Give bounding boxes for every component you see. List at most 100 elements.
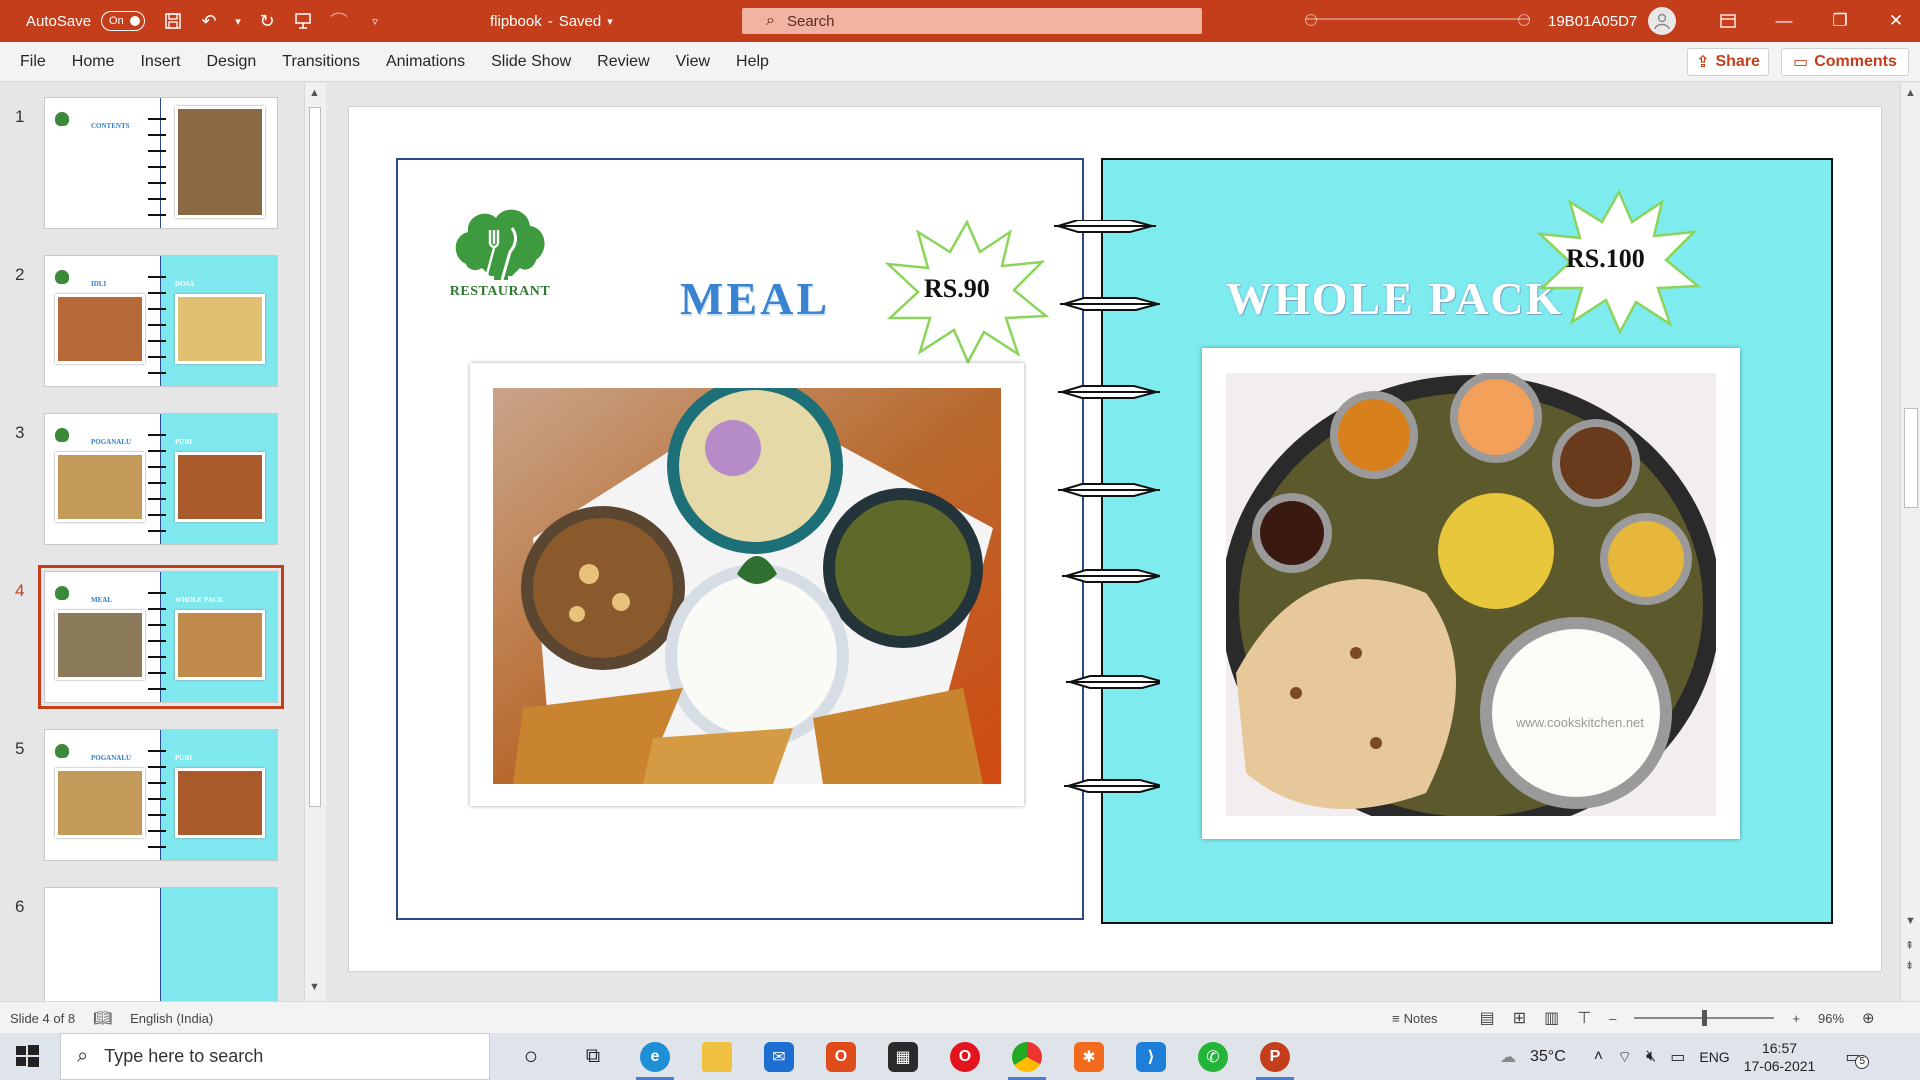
slide-thumbnail[interactable] bbox=[44, 887, 278, 1001]
slide-sorter-icon[interactable]: ⊞ bbox=[1513, 1008, 1526, 1028]
share-button[interactable]: ⇪ Share bbox=[1687, 48, 1769, 76]
undo-dropdown-icon[interactable]: ▾ bbox=[232, 8, 244, 34]
input-language[interactable]: ENG bbox=[1699, 1049, 1729, 1065]
ribbon-display-icon[interactable] bbox=[1700, 0, 1756, 42]
previous-slide-icon[interactable]: ⇞ bbox=[1905, 939, 1914, 952]
present-icon[interactable] bbox=[290, 8, 316, 34]
slide-thumbnail[interactable]: MEAL WHOLE PACK bbox=[38, 565, 284, 709]
mail-icon[interactable]: ✉ bbox=[748, 1033, 810, 1080]
notes-label: Notes bbox=[1403, 1010, 1438, 1026]
whole-pack-title[interactable]: WHOLE PACK bbox=[1226, 272, 1563, 325]
edge-icon[interactable]: e bbox=[624, 1033, 686, 1080]
zoom-out-icon[interactable]: – bbox=[1609, 1011, 1616, 1026]
search-box[interactable]: ⌕ Search bbox=[742, 8, 1202, 34]
thumbnail-right-page: WHOLE PACK bbox=[161, 572, 277, 702]
autosave-toggle[interactable]: On bbox=[101, 11, 146, 31]
slide-thumbnail-entry[interactable]: 3 POGANALU PURI bbox=[0, 405, 300, 545]
menu-tab-review[interactable]: Review bbox=[597, 53, 649, 71]
meal-photo[interactable] bbox=[493, 388, 1001, 784]
user-name[interactable]: 19B01A05D7 bbox=[1548, 0, 1637, 42]
opera-icon[interactable]: O bbox=[934, 1033, 996, 1080]
menu-tab-file[interactable]: File bbox=[20, 53, 46, 71]
task-view-icon[interactable]: ⧉ bbox=[562, 1033, 624, 1080]
notification-icon[interactable]: ▭ 5 bbox=[1845, 1047, 1870, 1069]
next-slide-icon[interactable]: ⇟ bbox=[1905, 959, 1914, 972]
slide-thumbnail-entry[interactable]: 1 CONTENTS bbox=[0, 89, 300, 229]
menu-tab-view[interactable]: View bbox=[676, 53, 710, 71]
scrollbar-thumb[interactable] bbox=[1904, 408, 1918, 508]
scrollbar-thumb[interactable] bbox=[309, 107, 321, 807]
slideshow-view-icon[interactable]: ⊤ bbox=[1577, 1008, 1591, 1028]
office-icon[interactable]: O bbox=[810, 1033, 872, 1080]
menu-tab-transitions[interactable]: Transitions bbox=[282, 53, 360, 71]
customize-toolbar-icon[interactable]: ▿ bbox=[362, 8, 388, 34]
menu-tab-animations[interactable]: Animations bbox=[386, 53, 465, 71]
weather-temp[interactable]: 35°C bbox=[1530, 1048, 1566, 1066]
wifi-icon[interactable]: ⌔ bbox=[1617, 1047, 1632, 1067]
slide-thumbnail-entry[interactable]: 5 POGANALU PURI bbox=[0, 721, 300, 861]
normal-view-icon[interactable]: ▤ bbox=[1480, 1008, 1495, 1028]
scroll-up-icon[interactable]: ▲ bbox=[1905, 87, 1916, 99]
close-icon[interactable]: ✕ bbox=[1868, 0, 1920, 42]
scroll-up-icon[interactable]: ▲ bbox=[309, 87, 320, 99]
quick-access-toolbar: ↶ ▾ ↻ ⌒ ▿ bbox=[160, 0, 388, 42]
whole-pack-photo[interactable]: www.cookskitchen.net bbox=[1226, 373, 1716, 816]
menu-tab-insert[interactable]: Insert bbox=[140, 53, 180, 71]
scroll-down-icon[interactable]: ▼ bbox=[309, 981, 320, 993]
save-icon[interactable] bbox=[160, 8, 186, 34]
cortana-icon[interactable]: ○ bbox=[500, 1033, 562, 1080]
thumbnail-logo bbox=[55, 744, 69, 758]
document-title[interactable]: flipbook - Saved ▾ bbox=[490, 0, 613, 42]
reading-view-icon[interactable]: ▥ bbox=[1544, 1008, 1559, 1028]
autosave-control[interactable]: AutoSave On bbox=[26, 0, 146, 42]
zoom-slider[interactable] bbox=[1634, 1010, 1775, 1026]
language-indicator[interactable]: English (India) bbox=[130, 1011, 213, 1026]
slide-thumbnail-entry[interactable]: 4 MEAL WHOLE PACK bbox=[0, 563, 300, 709]
meal-title[interactable]: MEAL bbox=[680, 272, 830, 325]
slide-thumbnail[interactable]: IDLI DOSA bbox=[44, 255, 278, 387]
chrome-icon[interactable] bbox=[996, 1033, 1058, 1080]
xampp-icon[interactable]: ✱ bbox=[1058, 1033, 1120, 1080]
saved-state: Saved bbox=[558, 12, 602, 30]
vscode-icon[interactable]: ⟩ bbox=[1120, 1033, 1182, 1080]
taskbar-search-placeholder: Type here to search bbox=[104, 1046, 264, 1066]
slide-thumbnail-entry[interactable]: 2 IDLI DOSA bbox=[0, 247, 300, 387]
taskbar-search[interactable]: ⌕ Type here to search bbox=[60, 1033, 490, 1080]
menu-tab-slide-show[interactable]: Slide Show bbox=[491, 53, 571, 71]
slide-thumbnail[interactable]: POGANALU PURI bbox=[44, 729, 278, 861]
comments-button[interactable]: ▭ Comments bbox=[1781, 48, 1909, 76]
zoom-in-icon[interactable]: + bbox=[1792, 1011, 1800, 1026]
editor-scrollbar[interactable]: ▲ ▼ ⇞ ⇟ bbox=[1900, 83, 1920, 1001]
volume-mute-icon[interactable]: 🔇︎ bbox=[1646, 1048, 1656, 1066]
chevron-down-icon: ▾ bbox=[607, 15, 613, 28]
zoom-slider-knob[interactable] bbox=[1702, 1010, 1708, 1026]
restore-icon[interactable]: ❐ bbox=[1812, 0, 1868, 42]
notes-button[interactable]: ≡ Notes bbox=[1392, 1011, 1438, 1026]
windows-start-icon[interactable] bbox=[14, 1043, 40, 1069]
whatsapp-icon[interactable]: ✆ bbox=[1182, 1033, 1244, 1080]
avatar-icon[interactable] bbox=[1648, 7, 1676, 35]
scroll-down-icon[interactable]: ▼ bbox=[1905, 915, 1916, 927]
battery-icon[interactable]: ▭ bbox=[1670, 1047, 1685, 1067]
thumbnail-scrollbar[interactable]: ▲ ▼ bbox=[304, 83, 326, 1001]
powerpoint-icon[interactable]: P bbox=[1244, 1033, 1306, 1080]
menu-tab-design[interactable]: Design bbox=[206, 53, 256, 71]
weather-icon[interactable]: ☁ bbox=[1500, 1047, 1516, 1067]
slide-thumbnail-pane[interactable]: 1 CONTENTS 2 IDLI DOSA 3 POGANALU PURI 4 MEAL WHOL… bbox=[0, 83, 326, 1001]
fit-to-window-icon[interactable]: ⊕ bbox=[1862, 1009, 1875, 1027]
zoom-level[interactable]: 96% bbox=[1818, 1011, 1844, 1026]
clock[interactable]: 16:57 17-06-2021 bbox=[1744, 1039, 1816, 1075]
file-explorer-icon[interactable] bbox=[686, 1033, 748, 1080]
store-icon[interactable]: ▦ bbox=[872, 1033, 934, 1080]
menu-tab-help[interactable]: Help bbox=[736, 53, 769, 71]
slide-thumbnail-entry[interactable]: 6 bbox=[0, 879, 300, 1001]
touch-mode-icon[interactable]: ⌒ bbox=[326, 8, 352, 34]
chevron-up-icon[interactable]: ˄ bbox=[1594, 1048, 1603, 1066]
slide-thumbnail[interactable]: POGANALU PURI bbox=[44, 413, 278, 545]
spellcheck-icon[interactable]: 📖︎ bbox=[93, 1009, 112, 1027]
undo-icon[interactable]: ↶ bbox=[196, 8, 222, 34]
menu-tab-home[interactable]: Home bbox=[72, 53, 115, 71]
slide-thumbnail[interactable]: CONTENTS bbox=[44, 97, 278, 229]
minimize-icon[interactable]: — bbox=[1756, 0, 1812, 42]
redo-icon[interactable]: ↻ bbox=[254, 8, 280, 34]
